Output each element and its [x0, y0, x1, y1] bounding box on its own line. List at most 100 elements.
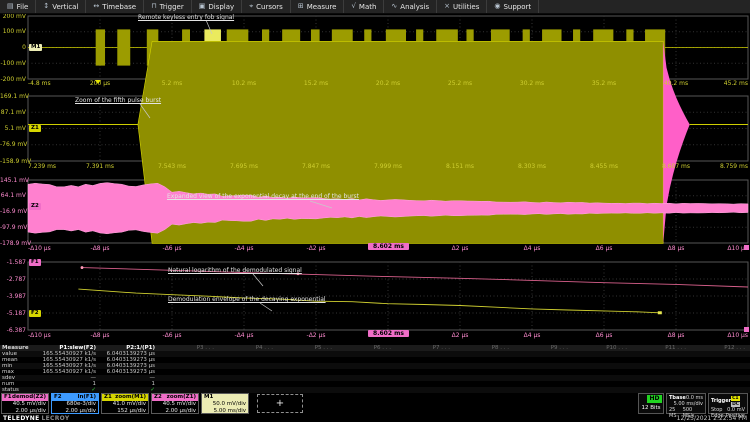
trace-indicator-f2[interactable]: F2 [29, 310, 41, 317]
trigger-icon: ⊓ [151, 3, 156, 10]
measure-icon: ⊞ [298, 3, 304, 10]
descriptor-function: zoom(M1) [115, 394, 146, 401]
x-axis-tick-label: 5.2 ms [162, 81, 182, 87]
marker-square-icon [744, 327, 749, 332]
x-axis-tick-label: Δ4 µs [524, 246, 541, 252]
menu-item-measure[interactable]: ⊞Measure [291, 0, 345, 13]
trigger-position-icon[interactable] [95, 80, 101, 84]
x-axis-tick-label: Δ2 µs [452, 246, 469, 252]
grid-panel-log-traces[interactable] [28, 262, 748, 330]
x-axis-tick-label: -Δ8 µs [91, 333, 110, 339]
y-axis-tick-label: -178.9 mV [0, 241, 26, 247]
y-axis-tick-label: -97.9 mV [0, 225, 26, 231]
y-axis-tick-label: 145.1 mV [0, 178, 26, 184]
measure-column-header[interactable]: P8 . . . [453, 345, 512, 351]
x-axis-tick-label: 8.607 ms [662, 164, 690, 170]
x-axis-tick-label: -Δ6 µs [163, 246, 182, 252]
y-axis-tick-label: -158.9 mV [0, 159, 26, 165]
menu-item-display[interactable]: ▣Display [192, 0, 242, 13]
acquisition-mode-box[interactable]: HD 12 Bits [638, 393, 664, 414]
descriptor-z2[interactable]: Z2zoom(Z1)40.5 mV/div2.00 µs/div [151, 393, 199, 414]
utilities-icon: × [444, 3, 450, 10]
descriptor-title: M1 [202, 394, 248, 401]
measure-column-header[interactable]: P7 . . . [394, 345, 453, 351]
annotation-demod-envelope: Demodulation envelope of the decaying ex… [168, 296, 326, 303]
menu-item-label: Support [503, 3, 531, 11]
x-axis-tick-label: Δ8 µs [668, 246, 685, 252]
file-icon: ▤ [7, 3, 14, 10]
y-axis-tick-label: -76.9 mV [0, 142, 26, 148]
descriptor-hscale: 152 µs/div [102, 408, 148, 415]
descriptor-f1[interactable]: F1demod(Z2)40.5 mV/div2.00 µs/div [1, 393, 49, 414]
trace-indicator-z2[interactable]: Z2 [29, 203, 41, 210]
trace-indicator-z1[interactable]: Z1 [29, 125, 41, 132]
measure-table: MeasureP1:slew(F2)P2:1/(P1)P3 . . .P4 . … [0, 345, 750, 393]
timebase-icon: ↔ [93, 3, 99, 10]
x-axis-tick-label: -Δ2 µs [307, 333, 326, 339]
grid-panel-decay-zoom[interactable] [28, 180, 748, 243]
annotation-expanded-decay: Expanded view of the exponential decay a… [167, 193, 359, 200]
menu-item-trigger[interactable]: ⊓ Trigger [144, 0, 192, 13]
measure-column-header[interactable]: P12 . . . [689, 345, 748, 351]
y-axis-tick-label: -6.387 [0, 328, 26, 334]
trace-indicator-m1[interactable]: M1 [29, 44, 42, 51]
x-axis-tick-label: 7.999 ms [374, 164, 402, 170]
x-axis-tick-label: 8.151 ms [446, 164, 474, 170]
menu-item-label: Math [359, 3, 377, 11]
descriptor-hscale: 2.00 µs/div [152, 408, 198, 415]
trigger-box[interactable]: Trigger C1 DC Stop 0.0 mV Edge Positive [708, 393, 748, 414]
y-axis-tick-label: -3.987 [0, 294, 26, 300]
menu-item-label: Timebase [102, 3, 136, 11]
descriptor-function: zoom(Z1) [167, 394, 196, 401]
measure-column-header[interactable]: P10 . . . [571, 345, 630, 351]
trigger-source-badge: C1 [731, 396, 739, 401]
menu-item-label: Trigger [160, 3, 184, 11]
menu-item-support[interactable]: ◉Support [487, 0, 539, 13]
hd-bits-label: 12 Bits [639, 403, 663, 413]
vertical-icon: ↕ [43, 3, 49, 10]
x-axis-tick-label: -Δ10 µs [28, 246, 51, 252]
measure-column-header[interactable]: P5 . . . [276, 345, 335, 351]
grid-panel-zoom-burst[interactable] [28, 96, 748, 161]
menu-item-label: Analysis [400, 3, 429, 11]
menu-item-utilities[interactable]: ×Utilities [437, 0, 487, 13]
descriptor-m1[interactable]: M150.0 mV/div5.00 ms/div [201, 393, 249, 414]
measure-column-header[interactable]: P6 . . . [335, 345, 394, 351]
annotation-natural-log: Natural logarithm of the demodulated sig… [168, 267, 302, 274]
menu-item-analysis[interactable]: ∿Analysis [384, 0, 437, 13]
menu-item-file[interactable]: ▤File [0, 0, 36, 13]
menu-item-vertical[interactable]: ↕Vertical [36, 0, 86, 13]
descriptor-id: F1 [4, 394, 12, 401]
annotation-fifth-burst: Zoom of the fifth pulse burst [75, 97, 161, 104]
grid-panel-keyless-fob[interactable] [28, 16, 748, 79]
x-axis-tick-label: Δ6 µs [596, 333, 613, 339]
x-axis-tick-label: Δ2 µs [452, 333, 469, 339]
menu-item-timebase[interactable]: ↔Timebase [86, 0, 144, 13]
trace-indicator-f1[interactable]: F1 [29, 259, 41, 266]
y-axis-tick-label: 64.1 mV [0, 193, 26, 199]
measure-column-header[interactable]: P11 . . . [630, 345, 689, 351]
x-axis-tick-label: Δ6 µs [596, 246, 613, 252]
descriptor-id: F2 [54, 394, 62, 401]
zoom-center-time-marker: 8.602 ms [368, 330, 409, 337]
x-axis-tick-label: 15.2 ms [304, 81, 328, 87]
menu-item-cursors[interactable]: ⌖Cursors [242, 0, 291, 13]
math-icon: √ [351, 3, 355, 10]
descriptor-hscale: 2.00 µs/div [52, 408, 98, 415]
descriptor-z1[interactable]: Z1zoom(M1)41.0 mV/div152 µs/div [101, 393, 149, 414]
x-axis-tick-label: 8.455 ms [590, 164, 618, 170]
measure-column-header[interactable]: P9 . . . [512, 345, 571, 351]
descriptor-title: F2ln(F1) [52, 394, 98, 401]
x-axis-tick-label: 45.2 ms [724, 81, 748, 87]
x-axis-tick-label: -Δ6 µs [163, 333, 182, 339]
timebase-box[interactable]: Tbase 0.0 ms 5.00 ms/div 25 MS 500 MS/s [666, 393, 706, 414]
measure-column-header[interactable]: P3 . . . [158, 345, 217, 351]
x-axis-tick-label: -Δ2 µs [307, 246, 326, 252]
add-trace-button[interactable]: + [257, 394, 303, 413]
menu-item-math[interactable]: √ Math [344, 0, 384, 13]
descriptor-function: demod(Z2) [12, 394, 46, 401]
descriptor-f2[interactable]: F2ln(F1)680e-3/div2.00 µs/div [51, 393, 99, 414]
measure-column-header[interactable]: P4 . . . [217, 345, 276, 351]
y-axis-tick-label: 200 mV [0, 14, 26, 20]
x-axis-tick-label: 30.2 ms [520, 81, 544, 87]
